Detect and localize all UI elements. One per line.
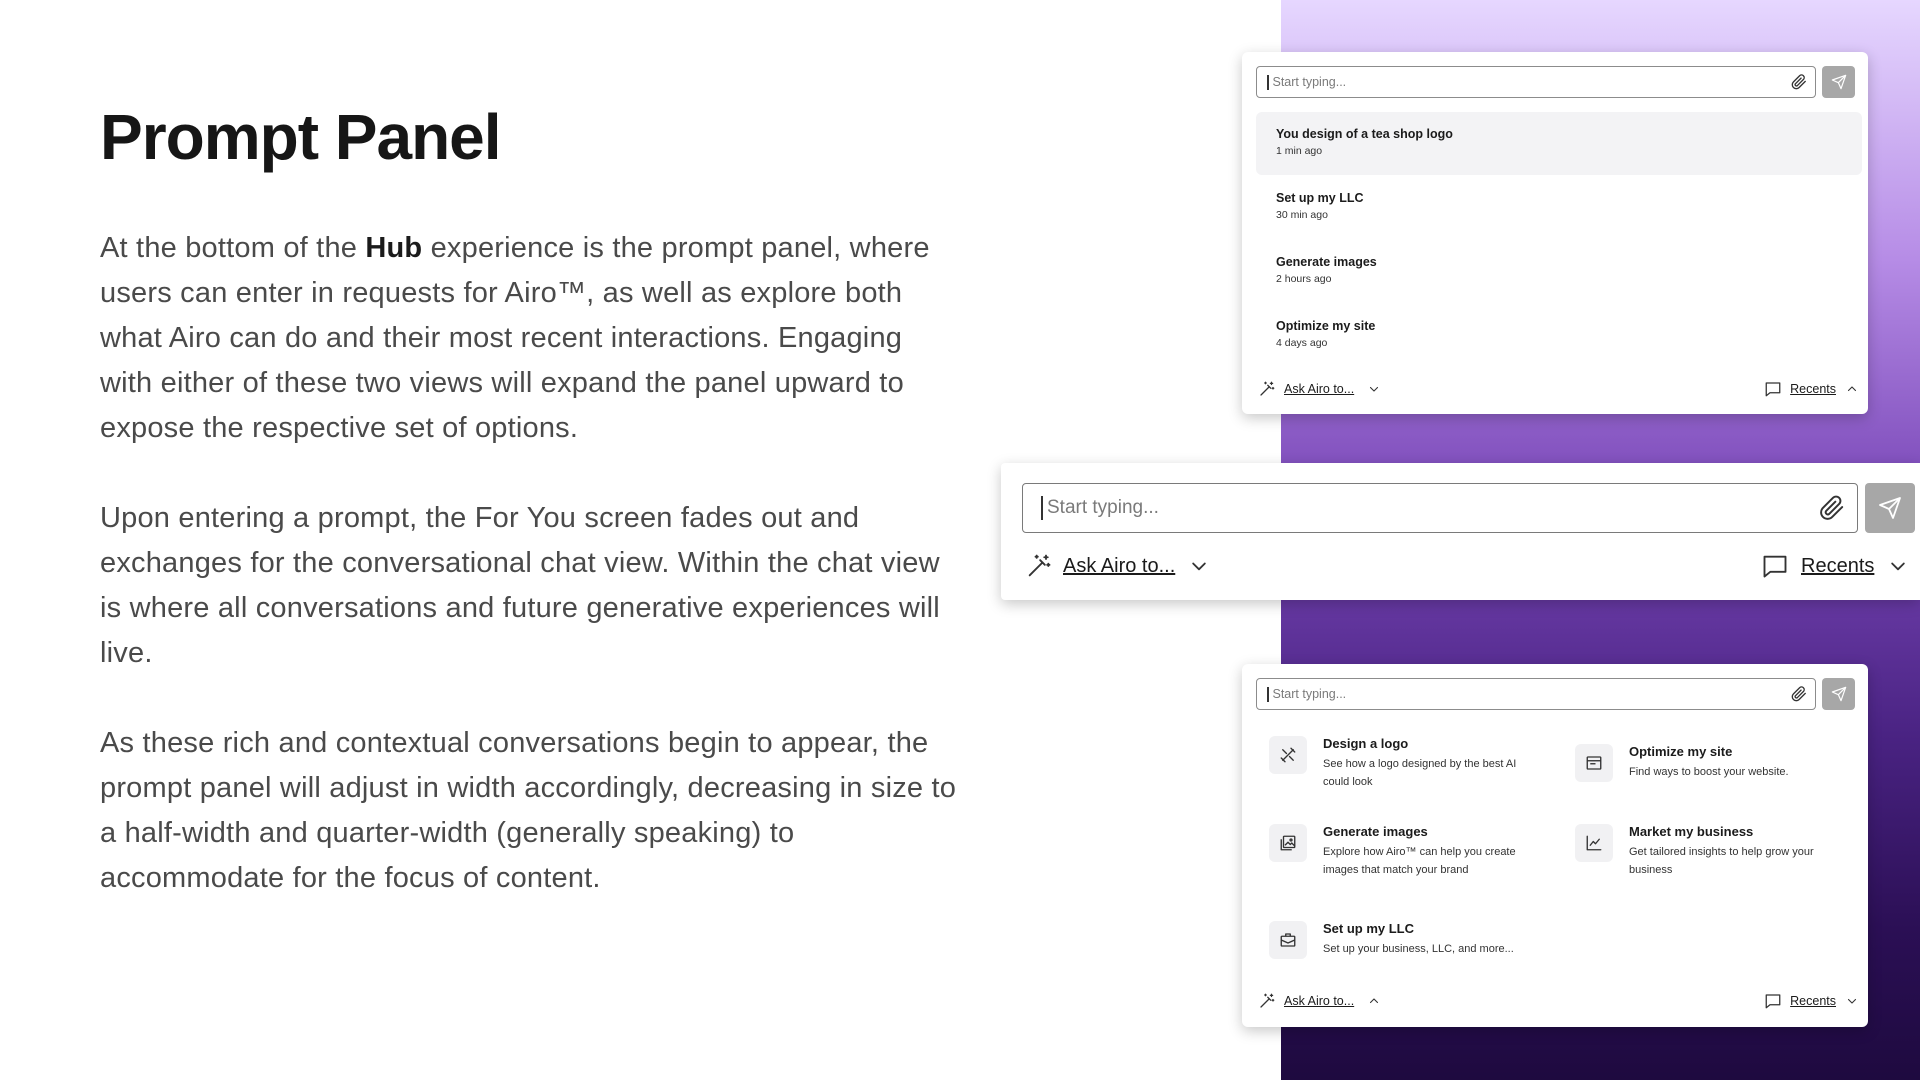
send-icon bbox=[1831, 74, 1846, 90]
magic-wand-icon bbox=[1258, 992, 1276, 1010]
tile-description: Find ways to boost your website. bbox=[1629, 766, 1789, 778]
recent-item-title: Generate images bbox=[1276, 255, 1377, 269]
magic-wand-icon bbox=[1258, 380, 1276, 398]
tile-title: Design a logo bbox=[1323, 736, 1409, 751]
prompt-placeholder: Start typing... bbox=[1047, 497, 1159, 518]
recent-item-time: 4 days ago bbox=[1276, 337, 1328, 349]
image-icon bbox=[1269, 824, 1307, 862]
page-title: Prompt Panel bbox=[100, 101, 502, 173]
paperclip-icon[interactable] bbox=[1791, 686, 1807, 702]
recent-item-time: 2 hours ago bbox=[1276, 273, 1332, 285]
chevron-down-icon[interactable] bbox=[1888, 556, 1908, 576]
hub-bold-text: Hub bbox=[365, 232, 423, 264]
browser-window-icon bbox=[1575, 744, 1613, 782]
paragraph-chat-view: Upon entering a prompt, the For You scre… bbox=[100, 502, 940, 669]
recent-item-title: You design of a tea shop logo bbox=[1276, 127, 1453, 141]
chevron-up-icon[interactable] bbox=[1846, 383, 1858, 395]
send-icon bbox=[1879, 497, 1901, 519]
text-caret bbox=[1041, 496, 1043, 520]
tile-description: Get tailored insights to help grow your … bbox=[1629, 846, 1814, 876]
recent-item-time: 30 min ago bbox=[1276, 209, 1328, 221]
recent-item[interactable]: Set up my LLC 30 min ago bbox=[1256, 176, 1862, 239]
recent-item-title: Optimize my site bbox=[1276, 319, 1376, 333]
suggestion-tile-setup-llc[interactable]: Set up my LLC Set up your business, LLC,… bbox=[1269, 921, 1559, 959]
recents-label[interactable]: Recents bbox=[1790, 994, 1836, 1008]
suggestion-tile-optimize-site[interactable]: Optimize my site Find ways to boost your… bbox=[1575, 744, 1855, 782]
recents-toggle[interactable]: Recents bbox=[1764, 380, 1858, 398]
tile-description: Explore how Airo™ can help you create im… bbox=[1323, 846, 1516, 876]
prompt-input[interactable]: Start typing... bbox=[1256, 66, 1816, 98]
briefcase-icon bbox=[1269, 921, 1307, 959]
text-caret bbox=[1267, 686, 1269, 702]
chevron-down-icon[interactable] bbox=[1846, 995, 1858, 1007]
prompt-panel-recents-expanded: Start typing... You design of a tea shop… bbox=[1242, 52, 1868, 414]
prompt-placeholder: Start typing... bbox=[1272, 687, 1347, 701]
paragraph-intro-start: At the bottom of the bbox=[100, 232, 366, 264]
send-icon bbox=[1831, 686, 1846, 702]
tile-title: Market my business bbox=[1629, 824, 1754, 839]
paragraph-intro: At the bottom of the Hub experience is t… bbox=[100, 226, 960, 451]
prompt-placeholder: Start typing... bbox=[1272, 75, 1347, 89]
tile-title: Generate images bbox=[1323, 824, 1428, 839]
recent-item[interactable]: Generate images 2 hours ago bbox=[1256, 240, 1862, 303]
ask-airo-toggle[interactable]: Ask Airo to... bbox=[1258, 380, 1380, 398]
suggestion-tile-design-logo[interactable]: Design a logo See how a logo designed by… bbox=[1269, 736, 1539, 791]
suggestion-tile-generate-images[interactable]: Generate images Explore how Airo™ can he… bbox=[1269, 824, 1559, 879]
paperclip-icon[interactable] bbox=[1791, 74, 1807, 90]
send-button[interactable] bbox=[1822, 678, 1855, 710]
paragraph-panel-width: As these rich and contextual conversatio… bbox=[100, 727, 957, 894]
send-button[interactable] bbox=[1865, 483, 1915, 533]
text-caret bbox=[1267, 74, 1269, 90]
tile-description: Set up your business, LLC, and more... bbox=[1323, 943, 1514, 955]
recent-item-title: Set up my LLC bbox=[1276, 191, 1364, 205]
chevron-up-icon[interactable] bbox=[1368, 995, 1380, 1007]
suggestion-tile-market-business[interactable]: Market my business Get tailored insights… bbox=[1575, 824, 1855, 879]
pen-tool-icon bbox=[1269, 736, 1307, 774]
ask-airo-toggle[interactable]: Ask Airo to... bbox=[1258, 992, 1380, 1010]
tile-title: Optimize my site bbox=[1629, 744, 1733, 759]
chevron-down-icon[interactable] bbox=[1368, 383, 1380, 395]
tile-title: Set up my LLC bbox=[1323, 921, 1415, 936]
ask-airo-toggle[interactable]: Ask Airo to... bbox=[1025, 552, 1209, 580]
line-chart-icon bbox=[1575, 824, 1613, 862]
recent-item-time: 1 min ago bbox=[1276, 145, 1323, 157]
paperclip-icon[interactable] bbox=[1819, 495, 1845, 521]
recents-toggle[interactable]: Recents bbox=[1761, 552, 1908, 580]
magic-wand-icon bbox=[1025, 552, 1053, 580]
chat-bubble-icon bbox=[1764, 380, 1782, 398]
recents-label[interactable]: Recents bbox=[1801, 555, 1874, 578]
prompt-panel-collapsed: Start typing... Ask Airo to... Recents bbox=[1001, 463, 1920, 600]
prompt-input[interactable]: Start typing... bbox=[1022, 483, 1858, 533]
send-button[interactable] bbox=[1822, 66, 1855, 98]
recent-item[interactable]: Optimize my site 4 days ago bbox=[1256, 304, 1862, 367]
recent-item[interactable]: You design of a tea shop logo 1 min ago bbox=[1256, 112, 1862, 175]
recents-label[interactable]: Recents bbox=[1790, 382, 1836, 396]
prompt-panel-ask-expanded: Start typing... Design a logo See how a … bbox=[1242, 664, 1868, 1027]
tile-description: See how a logo designed by the best AI c… bbox=[1323, 758, 1517, 788]
ask-airo-label[interactable]: Ask Airo to... bbox=[1063, 555, 1175, 578]
recents-toggle[interactable]: Recents bbox=[1764, 992, 1858, 1010]
chat-bubble-icon bbox=[1761, 552, 1789, 580]
ask-airo-label[interactable]: Ask Airo to... bbox=[1284, 382, 1354, 396]
chevron-down-icon[interactable] bbox=[1189, 556, 1209, 576]
prompt-input[interactable]: Start typing... bbox=[1256, 678, 1816, 710]
ask-airo-label[interactable]: Ask Airo to... bbox=[1284, 994, 1354, 1008]
chat-bubble-icon bbox=[1764, 992, 1782, 1010]
